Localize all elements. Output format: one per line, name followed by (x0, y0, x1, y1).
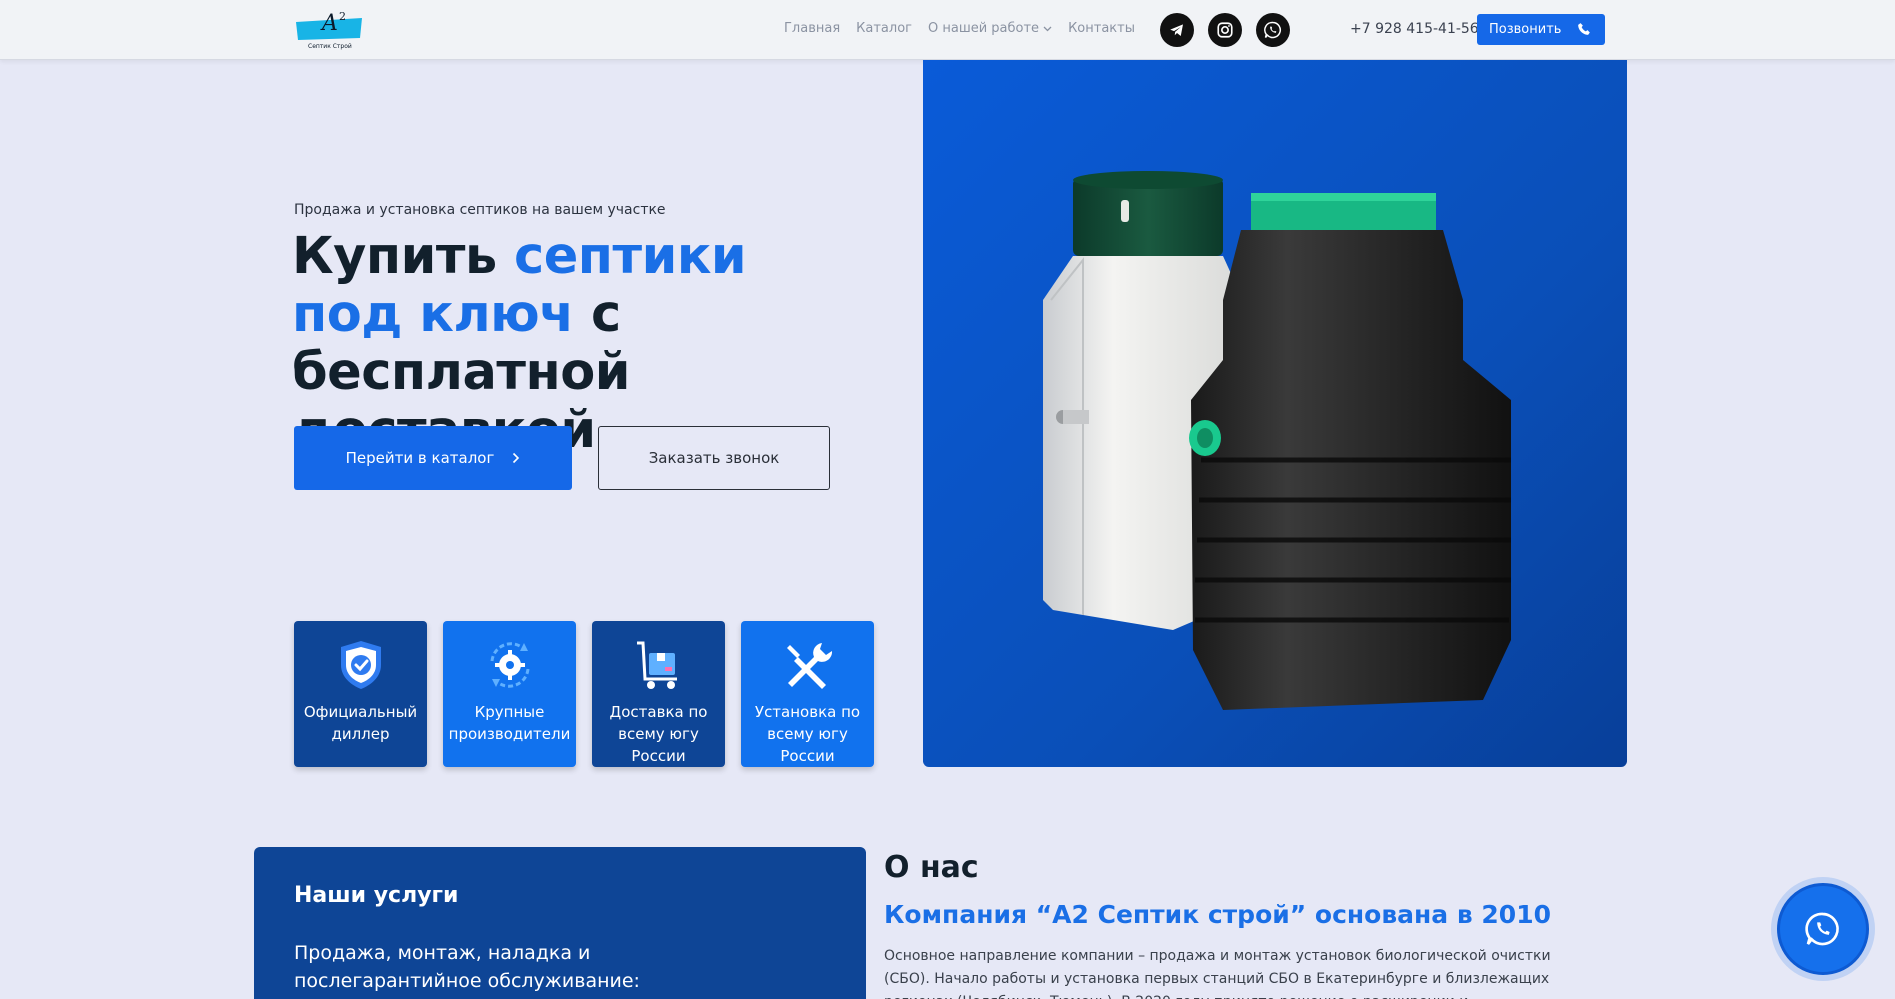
shield-check-icon (340, 641, 381, 689)
chevron-down-icon (1043, 26, 1052, 31)
telegram-icon[interactable] (1160, 13, 1194, 47)
feature-card-delivery[interactable]: Доставка по всему югу России (592, 621, 725, 767)
header-phone[interactable]: +7 928 415-41-56 (1350, 21, 1479, 37)
nav-item-about-work[interactable]: О нашей работе (928, 21, 1052, 36)
hero-title-part1: Купить (292, 227, 514, 286)
call-button[interactable]: Позвонить (1477, 14, 1605, 45)
feature-label: Официальный диллер (303, 703, 418, 743)
feature-label: Установка по всему югу России (754, 703, 861, 765)
hero-subtitle: Продажа и установка септиков на вашем уч… (294, 202, 666, 218)
nav-item-home[interactable]: Главная (784, 21, 840, 36)
social-links (1160, 13, 1290, 47)
svg-text:2: 2 (339, 10, 346, 23)
feature-card-installation[interactable]: Установка по всему югу России (741, 621, 874, 767)
chevron-right-icon (513, 452, 520, 464)
hero-image-panel (923, 60, 1627, 767)
site-header: A 2 Септик Строй Главная Каталог О нашей… (0, 0, 1895, 60)
logo-caption: Септик Строй (308, 43, 352, 50)
feature-cards: Официальный диллер Крупные производители… (294, 621, 874, 767)
feature-card-manufacturers[interactable]: Крупные производители (443, 621, 576, 767)
septic-tanks-image (1043, 171, 1511, 710)
feature-label: Доставка по всему югу России (609, 703, 708, 765)
catalog-button-label: Перейти в каталог (345, 449, 495, 467)
whatsapp-icon (1805, 912, 1839, 946)
cart-icon (636, 641, 677, 689)
nav-item-catalog[interactable]: Каталог (856, 21, 912, 36)
nav-item-contacts[interactable]: Контакты (1068, 21, 1135, 36)
feature-label: Крупные производители (448, 703, 571, 743)
whatsapp-icon[interactable] (1256, 13, 1290, 47)
company-logo[interactable]: A 2 Септик Строй (294, 8, 364, 52)
about-title: О нас (884, 850, 979, 885)
about-text: Основное направление компании – продажа … (884, 948, 1551, 999)
nav-item-label: О нашей работе (927, 21, 1040, 36)
services-section: Наши услуги Продажа, монтаж, наладка и п… (254, 847, 866, 999)
tools-icon (786, 643, 832, 689)
about-subtitle: Компания “А2 Септик строй” основана в 20… (884, 900, 1551, 929)
call-button-label: Позвонить (1489, 22, 1562, 37)
order-button-label: Заказать звонок (648, 449, 780, 467)
gear-cycle-icon (490, 642, 529, 688)
main-nav: Главная Каталог О нашей работе Контакты (784, 21, 1135, 36)
go-to-catalog-button[interactable]: Перейти в каталог (294, 426, 572, 490)
instagram-icon[interactable] (1208, 13, 1242, 47)
svg-text:A: A (320, 11, 338, 36)
floating-whatsapp-button[interactable] (1777, 883, 1869, 975)
services-text: Продажа, монтаж, наладка и послегарантий… (294, 942, 640, 992)
services-title: Наши услуги (294, 883, 459, 908)
feature-card-dealer[interactable]: Официальный диллер (294, 621, 427, 767)
phone-icon (1578, 23, 1590, 35)
order-call-button[interactable]: Заказать звонок (598, 426, 830, 490)
